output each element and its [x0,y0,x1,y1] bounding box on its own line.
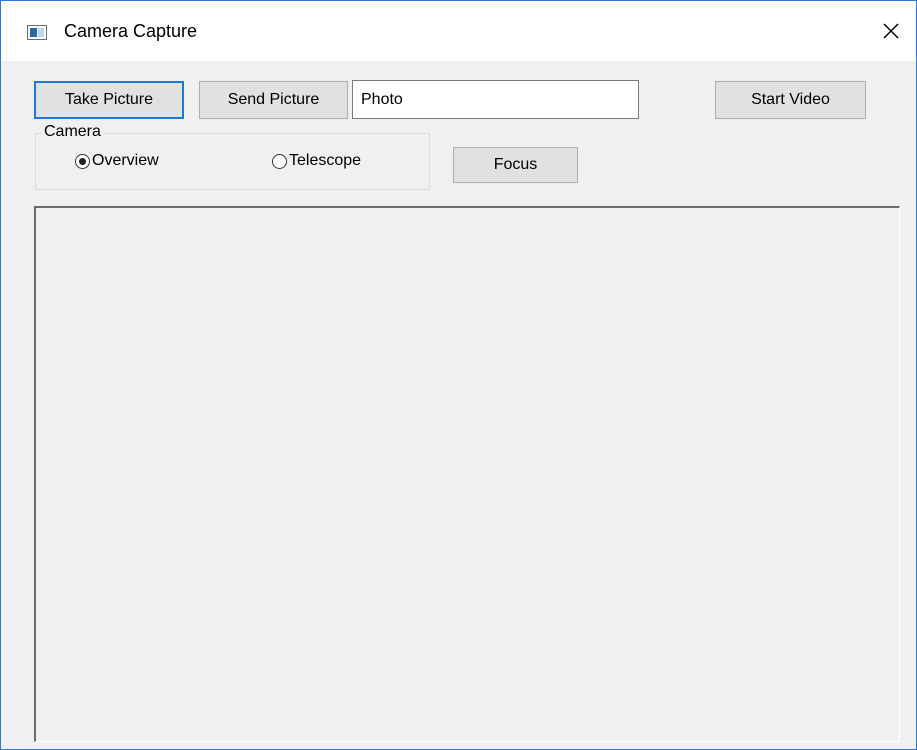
title-bar: Camera Capture [1,1,916,61]
close-icon [883,23,899,39]
radio-overview-indicator[interactable] [75,153,90,169]
focus-button[interactable]: Focus [453,147,578,183]
radio-telescope-indicator[interactable] [272,153,287,169]
close-button[interactable] [871,13,911,49]
start-video-button[interactable]: Start Video [715,81,866,119]
camera-group-label: Camera [41,123,104,141]
window-title: Camera Capture [64,21,198,41]
client-area: Take Picture Send Picture Start Video Ca… [1,61,916,749]
radio-overview[interactable]: Overview [75,152,159,170]
send-picture-button[interactable]: Send Picture [199,81,348,119]
photo-name-input[interactable] [352,80,639,119]
radio-overview-label: Overview [92,152,159,169]
window-app-icon [27,25,47,40]
camera-preview-panel [34,206,900,742]
radio-telescope-label: Telescope [289,152,362,169]
take-picture-button[interactable]: Take Picture [34,81,184,119]
radio-telescope[interactable]: Telescope [272,152,361,170]
camera-capture-window: Camera Capture Take Picture Send Picture… [0,0,917,750]
